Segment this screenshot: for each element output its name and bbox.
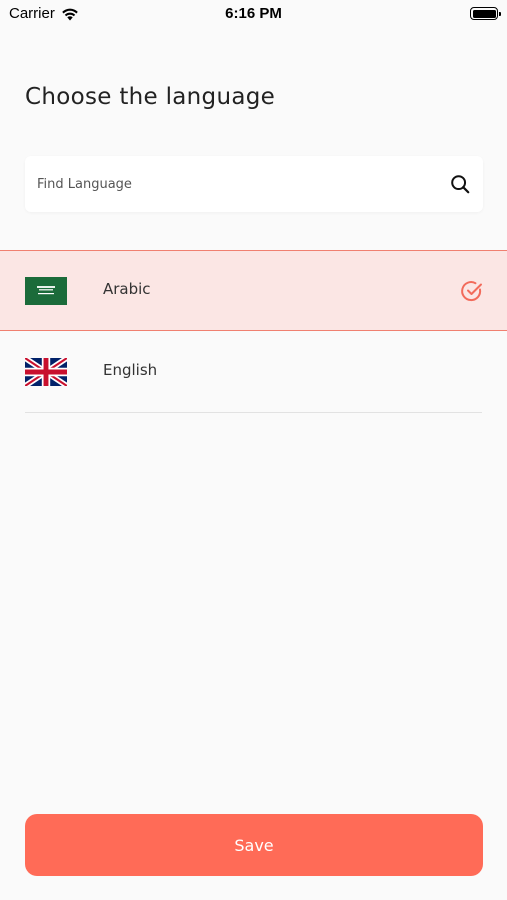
united-kingdom-flag-icon [25, 358, 67, 386]
language-row-arabic[interactable]: Arabic [0, 250, 507, 331]
language-label: Arabic [103, 280, 151, 298]
divider [25, 412, 482, 413]
battery-icon [470, 7, 501, 20]
page-title: Choose the language [25, 84, 276, 110]
language-label: English [103, 361, 158, 379]
search-input[interactable] [37, 156, 437, 212]
save-button[interactable]: Save [25, 814, 483, 876]
check-circle-icon [461, 281, 482, 301]
search-box[interactable] [25, 156, 483, 212]
status-time: 6:16 PM [225, 5, 282, 22]
language-row-english[interactable]: English [0, 332, 507, 413]
status-bar: Carrier 6:16 PM [0, 0, 507, 28]
search-icon[interactable] [449, 173, 471, 195]
saudi-arabia-flag-icon [25, 277, 67, 305]
